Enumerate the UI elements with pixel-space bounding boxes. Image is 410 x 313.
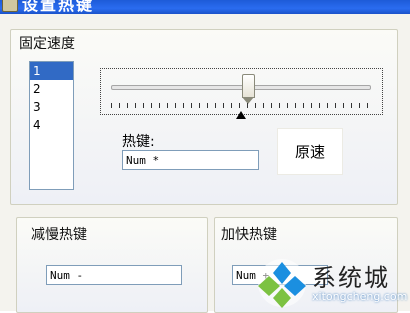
watermark-text-en: xitongcheng.com: [312, 290, 408, 303]
app-icon: [2, 0, 18, 12]
slider-thumb[interactable]: [242, 74, 255, 104]
hotkey-label: 热键:: [122, 134, 155, 150]
window-title: 设置热键: [22, 0, 95, 14]
fixed-speed-title: 固定速度: [19, 36, 75, 52]
list-item[interactable]: 2: [30, 80, 73, 98]
slider-track[interactable]: [111, 85, 371, 90]
speed-slider[interactable]: [100, 68, 383, 115]
slider-ticks: [111, 103, 369, 108]
watermark: 系统城 xitongcheng.com: [258, 256, 410, 311]
slow-down-hotkey-field[interactable]: Num -: [46, 265, 182, 285]
current-position-marker-icon: [236, 111, 246, 119]
list-item[interactable]: 4: [30, 116, 73, 134]
title-bar[interactable]: 设置热键: [0, 0, 410, 14]
speed-preset-list[interactable]: 1 2 3 4: [29, 61, 74, 190]
fixed-speed-hotkey-field[interactable]: Num *: [122, 150, 259, 170]
xitongcheng-logo-icon: [258, 259, 306, 308]
list-item[interactable]: 3: [30, 98, 73, 116]
watermark-text-cn: 系统城: [312, 264, 390, 292]
slow-down-title: 减慢热键: [31, 227, 87, 243]
speed-up-title: 加快热键: [221, 227, 277, 243]
list-item[interactable]: 1: [30, 62, 73, 80]
reset-speed-button[interactable]: 原速: [277, 128, 343, 175]
